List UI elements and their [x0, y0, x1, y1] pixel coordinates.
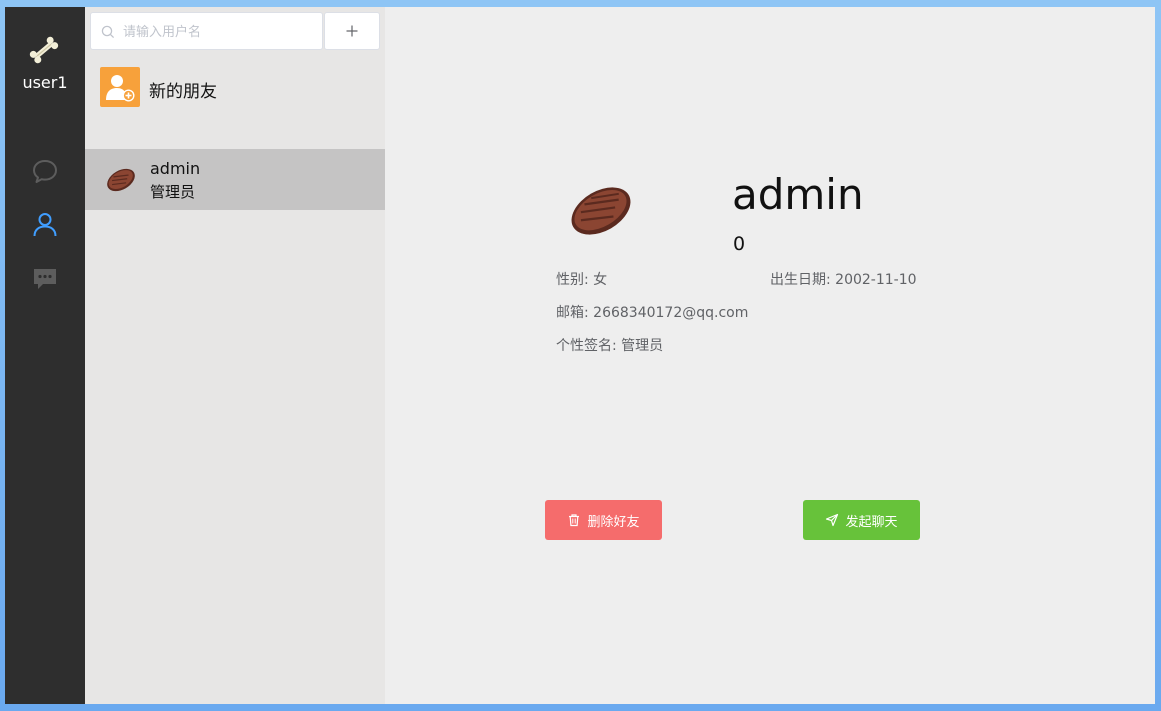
gender-row: 性别: 女 — [556, 269, 607, 289]
profile-avatar — [571, 187, 631, 235]
add-friend-button[interactable] — [324, 12, 380, 50]
birthday-value: 2002-11-10 — [835, 272, 917, 288]
plus-icon — [346, 25, 358, 37]
current-username: user1 — [22, 73, 68, 92]
left-nav: user1 — [5, 7, 85, 704]
new-friend-icon — [100, 67, 140, 107]
search-input[interactable] — [121, 19, 315, 45]
gender-value: 女 — [593, 272, 608, 288]
email-value: 2668340172@qq.com — [593, 305, 749, 321]
email-label: 邮箱: — [556, 305, 589, 321]
trash-icon — [569, 514, 580, 527]
bone-icon[interactable] — [27, 33, 61, 67]
profile-id: 0 — [733, 233, 746, 255]
signature-row: 个性签名: 管理员 — [556, 335, 663, 355]
start-chat-label: 发起聊天 — [845, 514, 898, 530]
profile-name: admin — [732, 170, 864, 219]
delete-friend-label: 删除好友 — [587, 514, 640, 530]
email-row: 邮箱: 2668340172@qq.com — [556, 302, 748, 322]
send-icon — [826, 513, 839, 527]
contacts-icon[interactable] — [31, 210, 59, 238]
contacts-panel: 新的朋友 admin 管理员 — [85, 7, 385, 704]
app-window: user1 请输入用户名 新的朋友 admin 管理员 admin 0 性别: … — [5, 7, 1155, 704]
delete-friend-button[interactable]: 删除好友 — [545, 500, 662, 540]
gender-label: 性别: — [556, 272, 589, 288]
signature-value: 管理员 — [621, 338, 664, 354]
profile-detail-pane: admin 0 性别: 女 出生日期: 2002-11-10 邮箱: 26683… — [385, 7, 1155, 704]
birthday-label: 出生日期: — [770, 272, 831, 288]
new-friends-entry[interactable]: 新的朋友 — [85, 59, 385, 115]
new-friend-label: 新的朋友 — [149, 82, 217, 102]
signature-label: 个性签名: — [556, 338, 617, 354]
contact-item-admin[interactable]: admin 管理员 — [85, 149, 385, 210]
birthday-row: 出生日期: 2002-11-10 — [770, 269, 917, 289]
steak-avatar — [107, 168, 135, 192]
comments-icon[interactable] — [31, 265, 59, 293]
chat-icon[interactable] — [31, 157, 59, 185]
search-icon — [101, 25, 115, 39]
contact-signature: 管理员 — [150, 183, 196, 201]
start-chat-button[interactable]: 发起聊天 — [803, 500, 920, 540]
search-box — [90, 12, 323, 50]
contact-name: admin — [150, 159, 201, 178]
